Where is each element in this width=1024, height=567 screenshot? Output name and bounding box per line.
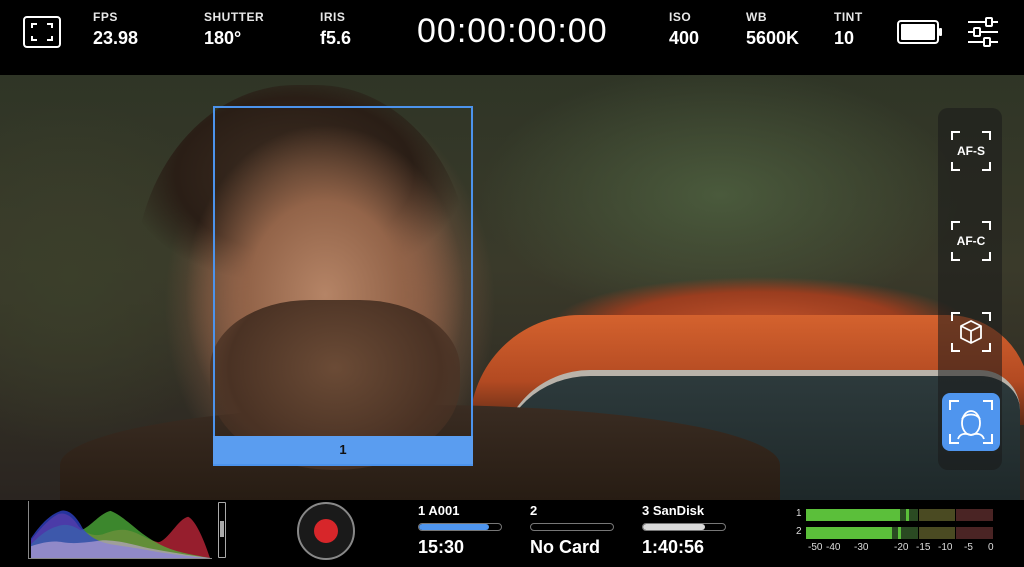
audio-meter-channel-1: 1 [796,508,994,521]
audio-meter-peak [898,527,902,539]
wb-setting[interactable]: WB 5600K [746,10,799,49]
record-button[interactable] [297,502,355,560]
histogram[interactable] [28,501,212,559]
tint-setting[interactable]: TINT 10 [834,10,863,49]
tint-label: TINT [834,10,863,24]
audio-level-meters[interactable]: 1 2 -50 -40 -30 -20 -15 -10 -5 0 [796,502,1006,562]
face-tracking-box[interactable] [213,106,473,466]
object-tracking-cube-icon [951,312,991,352]
wb-label: WB [746,10,767,24]
audio-scale-tick: -40 [826,542,841,553]
af-s-label: AF-S [957,144,985,158]
tint-value: 10 [834,28,855,48]
iso-value: 400 [669,28,700,48]
iris-label: IRIS [320,10,346,24]
audio-meter-level [806,527,893,539]
slot-1-label: 1 A001 [418,503,460,518]
camera-viewfinder[interactable]: 1 [0,75,1024,500]
audio-channel-1-label: 1 [796,508,802,519]
af-c-label: AF-C [956,234,986,248]
shutter-value: 180° [204,28,242,48]
audio-scale-tick: -50 [808,542,823,553]
audio-meter-peak [906,509,909,521]
af-c-button[interactable]: AF-C [948,218,994,264]
fps-value: 23.98 [93,28,139,48]
slot-3-remaining: 1:40:56 [642,537,705,557]
audio-meter-channel-2: 2 [796,526,994,539]
audio-scale-tick: -10 [938,542,953,553]
slot-2-remaining: No Card [530,537,601,557]
media-slot-3[interactable]: 3 SanDisk 1:40:56 [642,503,752,558]
shutter-setting[interactable]: SHUTTER 180° [204,10,264,49]
wb-value: 5600K [746,28,800,48]
object-tracking-button[interactable] [948,309,994,355]
slot-1-capacity-bar [418,523,502,531]
iso-setting[interactable]: ISO 400 [669,10,699,49]
slot-3-capacity-bar [642,523,726,531]
audio-channel-2-label: 2 [796,526,802,537]
face-tracking-label: 1 [213,436,473,464]
record-icon [314,519,338,543]
media-slot-1[interactable]: 1 A001 15:30 [418,503,528,558]
audio-scale-tick: -30 [854,542,869,553]
audio-meter-zone [918,509,956,521]
audio-scale-tick: -20 [894,542,909,553]
audio-scale-tick: 0 [988,542,994,553]
slot-1-remaining: 15:30 [418,537,465,557]
iris-value: f5.6 [320,28,352,48]
face-detection-button[interactable] [942,393,1000,451]
media-slot-2[interactable]: 2 No Card [530,503,640,558]
slot-3-label: 3 SanDisk [642,503,705,518]
fullscreen-icon[interactable] [23,16,61,48]
fps-label: FPS [93,10,118,24]
histogram-scale [218,502,226,558]
iris-setting[interactable]: IRIS f5.6 [320,10,351,49]
slot-2-label: 2 [530,503,538,518]
audio-meter-zone [956,527,993,539]
audio-meter-level [806,509,900,521]
iso-label: ISO [669,10,692,24]
battery-icon[interactable] [897,20,943,44]
shutter-label: SHUTTER [204,10,265,24]
timecode-display[interactable]: 00:00:00:00 [417,12,608,51]
top-status-bar: FPS 23.98 SHUTTER 180° IRIS f5.6 00:00:0… [0,0,1024,75]
fps-setting[interactable]: FPS 23.98 [93,10,138,49]
face-detection-icon [949,400,993,444]
audio-scale-tick: -5 [964,542,973,553]
audio-scale-tick: -15 [916,542,931,553]
af-s-button[interactable]: AF-S [948,128,994,174]
settings-sliders-icon[interactable] [966,15,1000,49]
audio-meter-zone [918,527,956,539]
slot-2-capacity-bar [530,523,614,531]
audio-meter-zone [956,509,993,521]
